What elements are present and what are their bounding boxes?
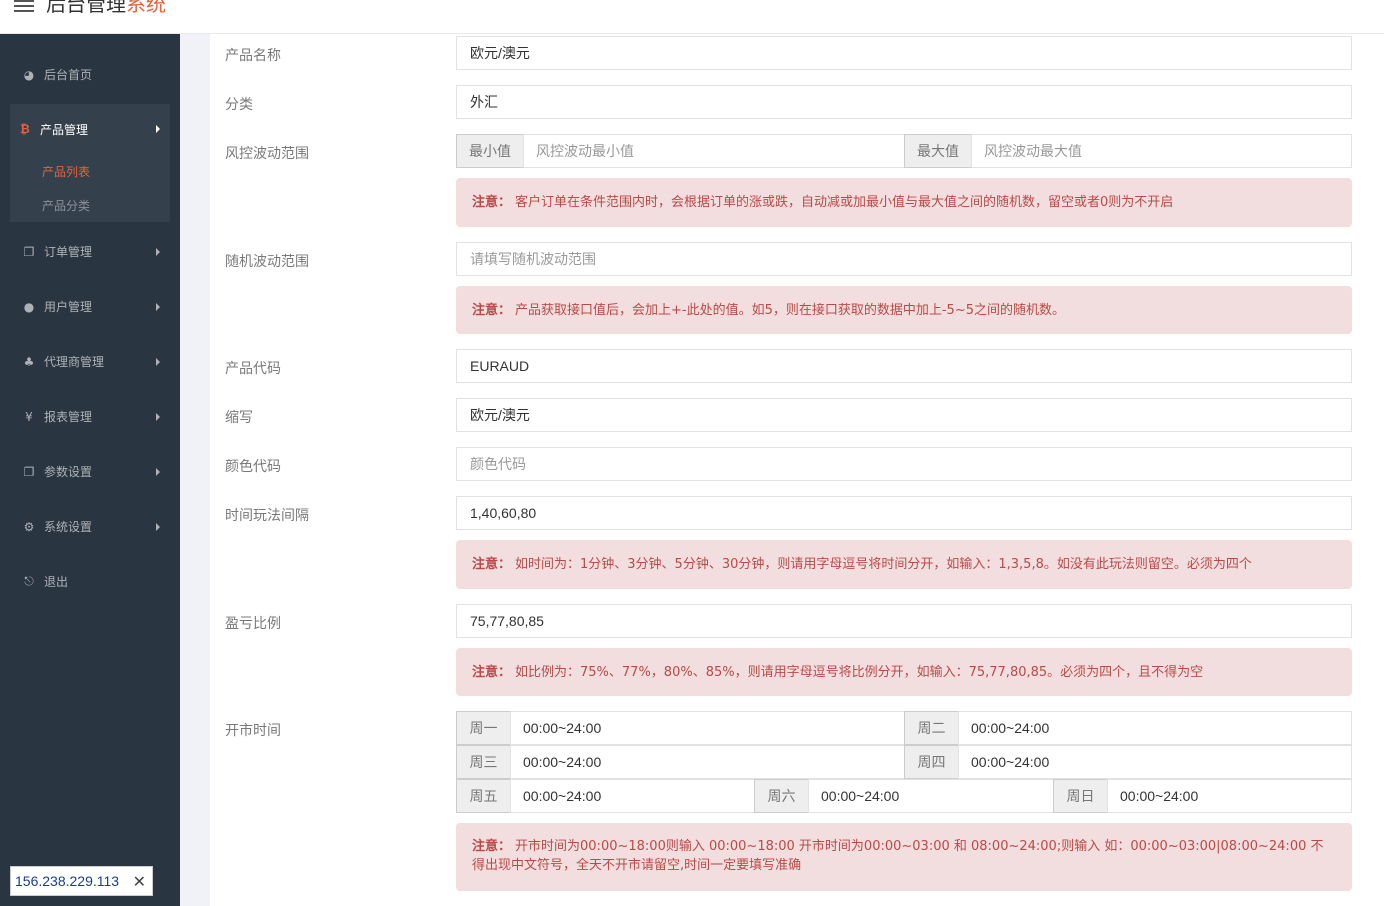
- abbr-input[interactable]: 欧元/澳元: [456, 398, 1352, 432]
- brand-title-main: 后台管理: [46, 0, 126, 16]
- day-addon-wed: 周三: [456, 745, 511, 779]
- label-time-interval: 时间玩法间隔: [225, 508, 309, 524]
- label-abbr: 缩写: [225, 410, 253, 426]
- sidebar-subitem-product-category[interactable]: 产品分类: [10, 188, 170, 222]
- sidebar-item-users[interactable]: ● 用户管理: [0, 279, 180, 334]
- copy-icon: ❐: [23, 464, 35, 479]
- sidebar-item-product-mgmt[interactable]: ₿ 产品管理: [10, 104, 170, 154]
- day-addon-sun: 周日: [1053, 779, 1108, 813]
- hours-input-wed[interactable]: 00:00~24:00: [510, 745, 905, 779]
- hours-input-tue[interactable]: 00:00~24:00: [958, 711, 1352, 745]
- sidebar-subitem-product-list[interactable]: 产品列表: [10, 154, 170, 188]
- yen-icon: ¥: [25, 409, 33, 424]
- caret-right-icon: [156, 302, 160, 311]
- sidebar-item-label: 产品管理: [40, 122, 89, 137]
- copy-icon: ❐: [23, 244, 35, 259]
- sitemap-icon: ♣: [23, 354, 35, 369]
- content-gutter: [180, 34, 210, 906]
- day-addon-mon: 周一: [456, 711, 511, 745]
- risk-min-addon: 最小值: [456, 134, 524, 168]
- top-bar: 后台管理系统: [0, 0, 1384, 34]
- hours-input-sat[interactable]: 00:00~24:00: [808, 779, 1054, 813]
- product-code-input[interactable]: EURAUD: [456, 349, 1352, 383]
- sidebar-item-label: 报表管理: [44, 410, 93, 424]
- day-addon-sat: 周六: [754, 779, 809, 813]
- sidebar-item-label: 参数设置: [44, 465, 93, 479]
- note-prefix: 注意：: [472, 664, 512, 680]
- hamburger-menu-icon[interactable]: [14, 0, 34, 14]
- sidebar: ◕ 后台首页 ₿ 产品管理 产品列表 产品分类 ❐ 订单管理 ● 用户管理 ♣ …: [0, 34, 180, 906]
- hours-input-sun[interactable]: 00:00~24:00: [1107, 779, 1352, 813]
- risk-min-input[interactable]: 风控波动最小值: [523, 134, 905, 168]
- hours-input-mon[interactable]: 00:00~24:00: [510, 711, 905, 745]
- ip-badge: 156.238.229.113 ✕: [10, 866, 153, 896]
- label-color-code: 颜色代码: [225, 459, 281, 475]
- caret-right-icon: [156, 357, 160, 366]
- caret-right-icon: [156, 467, 160, 476]
- caret-right-icon: [156, 247, 160, 256]
- dashboard-icon: ◕: [23, 67, 35, 82]
- profit-ratio-input[interactable]: 75,77,80,85: [456, 604, 1352, 638]
- gears-icon: ⚙: [23, 519, 35, 534]
- profit-ratio-note: 注意： 如比例为：75%、77%，80%、85%，则请用字母逗号将比例分开，如输…: [456, 648, 1352, 696]
- sidebar-item-orders[interactable]: ❐ 订单管理: [0, 224, 180, 279]
- note-prefix: 注意：: [472, 302, 512, 318]
- risk-range-note: 注意： 客户订单在条件范围内时，会根据订单的涨或跌，自动减或加最小值与最大值之间…: [456, 178, 1352, 227]
- sidebar-item-system[interactable]: ⚙ 系统设置: [0, 499, 180, 554]
- day-addon-fri: 周五: [456, 779, 511, 813]
- random-range-note: 注意： 产品获取接口值后，会加上+-此处的值。如5，则在接口获取的数据中加上-5…: [456, 286, 1352, 334]
- label-category: 分类: [225, 97, 253, 113]
- sidebar-item-label: 订单管理: [44, 245, 93, 259]
- time-interval-input[interactable]: 1,40,60,80: [456, 496, 1352, 530]
- label-risk-range: 风控波动范围: [225, 146, 309, 162]
- sidebar-item-home[interactable]: ◕ 后台首页: [0, 47, 180, 102]
- brand-title-accent: 系统: [126, 0, 166, 16]
- sidebar-item-label: 代理商管理: [44, 355, 105, 369]
- day-addon-thu: 周四: [904, 745, 959, 779]
- risk-max-addon: 最大值: [904, 134, 972, 168]
- risk-max-input[interactable]: 风控波动最大值: [971, 134, 1352, 168]
- sidebar-group-products: ₿ 产品管理 产品列表 产品分类: [10, 104, 170, 222]
- hours-input-fri[interactable]: 00:00~24:00: [510, 779, 755, 813]
- note-prefix: 注意：: [472, 195, 512, 210]
- caret-right-icon: [156, 522, 160, 531]
- sidebar-item-params[interactable]: ❐ 参数设置: [0, 444, 180, 499]
- sidebar-item-agents[interactable]: ♣ 代理商管理: [0, 334, 180, 389]
- note-text: 如时间为：1分钟、3分钟、5分钟、30分钟，则请用字母逗号将时间分开，如输入：1…: [515, 557, 1252, 572]
- sidebar-item-reports[interactable]: ¥ 报表管理: [0, 389, 180, 444]
- product-name-input[interactable]: 欧元/澳元: [456, 36, 1352, 70]
- sidebar-item-label: 系统设置: [44, 520, 93, 534]
- note-text: 客户订单在条件范围内时，会根据订单的涨或跌，自动减或加最小值与最大值之间的随机数…: [515, 195, 1174, 210]
- label-product-name: 产品名称: [225, 48, 281, 64]
- note-text: 如比例为：75%、77%，80%、85%，则请用字母逗号将比例分开，如输入：75…: [515, 664, 1204, 680]
- category-select[interactable]: 外汇: [456, 85, 1352, 119]
- ip-address: 156.238.229.113: [15, 873, 120, 889]
- note-text: 产品获取接口值后，会加上+-此处的值。如5，则在接口获取的数据中加上-5~5之间…: [515, 302, 1065, 318]
- label-product-code: 产品代码: [225, 361, 281, 377]
- random-range-input[interactable]: 请填写随机波动范围: [456, 242, 1352, 276]
- sidebar-item-label: 退出: [44, 575, 69, 589]
- caret-right-icon: [156, 412, 160, 421]
- hours-input-thu[interactable]: 00:00~24:00: [958, 745, 1352, 779]
- sidebar-item-logout[interactable]: ⎋ 退出: [0, 554, 180, 609]
- label-market-hours: 开市时间: [225, 723, 281, 739]
- sidebar-item-label: 后台首页: [44, 68, 93, 82]
- brand-title: 后台管理系统: [46, 0, 166, 16]
- label-profit-ratio: 盈亏比例: [225, 616, 281, 632]
- note-text: 开市时间为00:00~18:00则输入 00:00~18:00 开市时间为00:…: [472, 839, 1324, 873]
- caret-right-icon: [156, 125, 160, 133]
- bitcoin-icon: ₿: [20, 122, 30, 136]
- market-hours-note: 注意： 开市时间为00:00~18:00则输入 00:00~18:00 开市时间为…: [456, 823, 1352, 891]
- day-addon-tue: 周二: [904, 711, 959, 745]
- sidebar-item-label: 用户管理: [44, 300, 93, 314]
- sign-out-icon: ⎋: [24, 574, 34, 588]
- user-icon: ●: [23, 299, 35, 314]
- time-interval-note: 注意： 如时间为：1分钟、3分钟、5分钟、30分钟，则请用字母逗号将时间分开，如…: [456, 540, 1352, 589]
- note-prefix: 注意：: [472, 839, 512, 854]
- note-wrapper: 注意： 开市时间为00:00~18:00则输入 00:00~18:00 开市时间为…: [472, 837, 1336, 875]
- close-icon[interactable]: ✕: [133, 872, 146, 892]
- label-random-range: 随机波动范围: [225, 254, 309, 270]
- note-prefix: 注意：: [472, 557, 512, 572]
- color-code-input[interactable]: 颜色代码: [456, 447, 1352, 481]
